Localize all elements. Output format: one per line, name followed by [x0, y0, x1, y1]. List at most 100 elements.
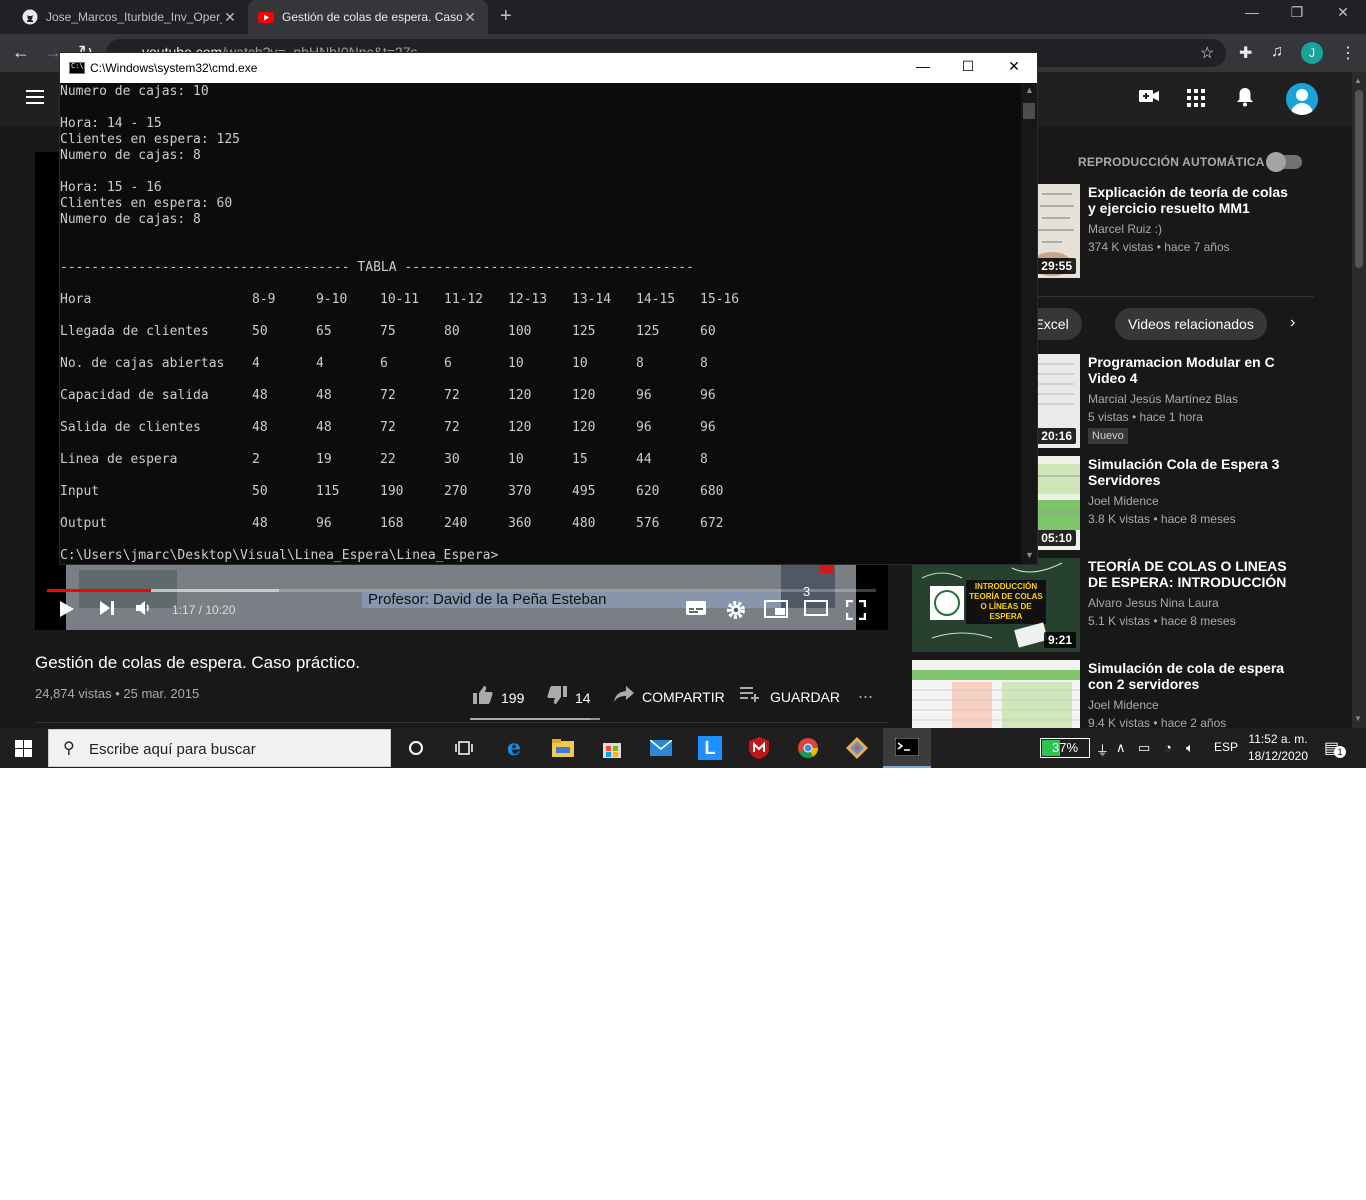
lync-l-icon[interactable]: L	[686, 728, 734, 768]
share-button[interactable]: COMPARTIR	[614, 686, 725, 707]
cortana-icon[interactable]	[392, 728, 440, 768]
recommendation-channel: Joel Midence	[1088, 698, 1159, 712]
cmd-maximize-icon[interactable]: ☐	[958, 58, 978, 75]
new-tab-button[interactable]: +	[500, 5, 512, 28]
next-video-icon[interactable]	[99, 600, 115, 621]
scroll-up-arrow-icon[interactable]: ▲	[1354, 76, 1362, 85]
miniplayer-icon[interactable]	[764, 600, 788, 623]
mcafee-icon[interactable]	[735, 728, 783, 768]
scrollbar-thumb[interactable]	[1023, 103, 1035, 119]
table-cell: 100	[508, 324, 532, 339]
account-avatar[interactable]	[1286, 83, 1318, 115]
mail-icon[interactable]	[637, 728, 685, 768]
table-cell: 672	[700, 516, 724, 531]
extensions-icon[interactable]: ✚	[1239, 43, 1252, 63]
subtitles-icon[interactable]	[685, 600, 707, 621]
thumbs-up-icon	[473, 686, 493, 709]
chevron-up-icon[interactable]: ∧	[1116, 740, 1126, 756]
recommendation-item[interactable]: INTRODUCCIÓN TEORÍA DE COLAS O LÍNEAS DE…	[912, 558, 1332, 654]
apps-grid-icon[interactable]	[1187, 89, 1205, 113]
back-icon[interactable]: ←	[12, 42, 30, 63]
language-indicator[interactable]: ESP	[1214, 740, 1238, 754]
dislike-button[interactable]: 14	[547, 686, 591, 709]
fullscreen-icon[interactable]	[845, 599, 867, 625]
minimize-icon[interactable]: —	[1240, 4, 1264, 20]
table-cell: 120	[508, 388, 532, 403]
close-window-icon[interactable]: ✕	[1331, 4, 1355, 21]
settings-gear-icon[interactable]	[726, 600, 746, 625]
battery-tray-icon[interactable]: ▭	[1138, 740, 1150, 756]
action-center-icon[interactable]: ▤ 1	[1324, 738, 1346, 758]
cmd-console-output[interactable]: Numero de cajas: 10 Hora: 14 - 15 Client…	[60, 83, 1020, 564]
taskbar-clock[interactable]: 11:52 a. m. 18/12/2020	[1240, 731, 1316, 765]
cmd-minimize-icon[interactable]: —	[913, 58, 933, 74]
tab-youtube[interactable]: Gestión de colas de espera. Caso ✕	[248, 0, 488, 34]
close-tab-icon[interactable]: ✕	[222, 9, 238, 26]
table-cell: 96	[636, 388, 652, 403]
search-icon: ⚲	[63, 740, 75, 757]
recommendation-title: Programacion Modular en C Video 4	[1088, 354, 1275, 386]
create-video-icon[interactable]	[1139, 87, 1159, 110]
volume-tray-icon[interactable]: 🔈︎	[1186, 740, 1194, 756]
table-row-label: Capacidad de salida	[60, 388, 209, 403]
chrome-icon[interactable]	[784, 728, 832, 768]
profile-avatar[interactable]: J	[1301, 42, 1323, 64]
charging-plug-icon[interactable]: ⏚	[1096, 740, 1109, 759]
table-row-label: No. de cajas abiertas	[60, 356, 225, 371]
youtube-icon	[258, 12, 274, 23]
edge-browser-icon[interactable]: e	[490, 728, 538, 768]
cmd-taskbar-icon[interactable]	[883, 728, 931, 768]
close-tab-icon[interactable]: ✕	[462, 9, 478, 26]
notification-count: 1	[1334, 746, 1346, 758]
like-button[interactable]: 199	[473, 686, 524, 709]
volume-icon[interactable]	[135, 600, 153, 621]
search-placeholder: Escribe aquí para buscar	[89, 741, 256, 758]
table-cell: 240	[444, 516, 468, 531]
table-cell: 4	[316, 356, 324, 371]
more-actions-icon[interactable]: ...	[858, 682, 873, 703]
file-explorer-icon[interactable]	[539, 728, 587, 768]
task-view-icon[interactable]	[440, 728, 488, 768]
hamburger-menu-icon[interactable]	[26, 90, 44, 104]
table-cell: 620	[636, 484, 660, 499]
theater-mode-icon[interactable]	[804, 600, 828, 621]
table-cell: 30	[444, 452, 460, 467]
scroll-down-arrow-icon[interactable]: ▼	[1354, 714, 1362, 723]
recommendation-title: TEORÍA DE COLAS O LINEAS DE ESPERA: INTR…	[1088, 558, 1287, 590]
wifi-icon[interactable]: ◔	[1164, 740, 1172, 755]
scroll-down-arrow-icon[interactable]: ▼	[1025, 550, 1034, 560]
menu-kebab-icon[interactable]: ⋮	[1340, 43, 1356, 63]
windows-start-icon[interactable]	[15, 740, 32, 757]
scrollbar-thumb[interactable]	[1355, 90, 1363, 268]
scroll-up-arrow-icon[interactable]: ▲	[1025, 85, 1034, 95]
bookmark-star-icon[interactable]: ☆	[1200, 43, 1214, 63]
progress-bar[interactable]	[47, 589, 876, 592]
battery-indicator[interactable]: 37%	[1040, 738, 1090, 758]
chevron-right-icon[interactable]: ›	[1290, 314, 1295, 332]
cmd-window[interactable]: C:\ C:\Windows\system32\cmd.exe — ☐ ✕ Nu…	[59, 52, 1038, 565]
chip-videos-relacionados[interactable]: Videos relacionados	[1115, 308, 1267, 340]
recommendation-channel: Alvaro Jesus Nina Laura	[1088, 596, 1219, 610]
thumbs-down-icon	[547, 686, 567, 709]
cmd-title-bar[interactable]: C:\ C:\Windows\system32\cmd.exe — ☐ ✕	[60, 53, 1037, 83]
microsoft-store-icon[interactable]	[588, 728, 636, 768]
taskbar-search-box[interactable]: ⚲ Escribe aquí para buscar	[48, 729, 391, 767]
restore-icon[interactable]: ❐	[1285, 4, 1309, 21]
video-thumbnail: INTRODUCCIÓN TEORÍA DE COLAS O LÍNEAS DE…	[912, 558, 1080, 652]
play-icon[interactable]	[59, 600, 75, 623]
tab-github[interactable]: Jose_Marcos_Iturbide_Inv_Oper_I ✕	[12, 0, 248, 34]
page-scrollbar[interactable]: ▲ ▼	[1352, 72, 1366, 728]
cmd-close-icon[interactable]: ✕	[1004, 58, 1024, 75]
table-cell: 10	[508, 452, 524, 467]
cmd-scrollbar[interactable]: ▲ ▼	[1021, 83, 1037, 564]
git-kraken-icon[interactable]	[833, 728, 881, 768]
autoplay-toggle[interactable]	[1266, 152, 1302, 172]
media-control-icon[interactable]: ♫	[1271, 43, 1283, 61]
share-label: COMPARTIR	[642, 688, 725, 705]
video-title: Gestión de colas de espera. Caso práctic…	[35, 653, 361, 672]
notifications-bell-icon[interactable]	[1236, 87, 1254, 113]
save-button[interactable]: GUARDAR	[740, 686, 840, 707]
recommendation-channel: Marcel Ruiz :)	[1088, 222, 1163, 236]
